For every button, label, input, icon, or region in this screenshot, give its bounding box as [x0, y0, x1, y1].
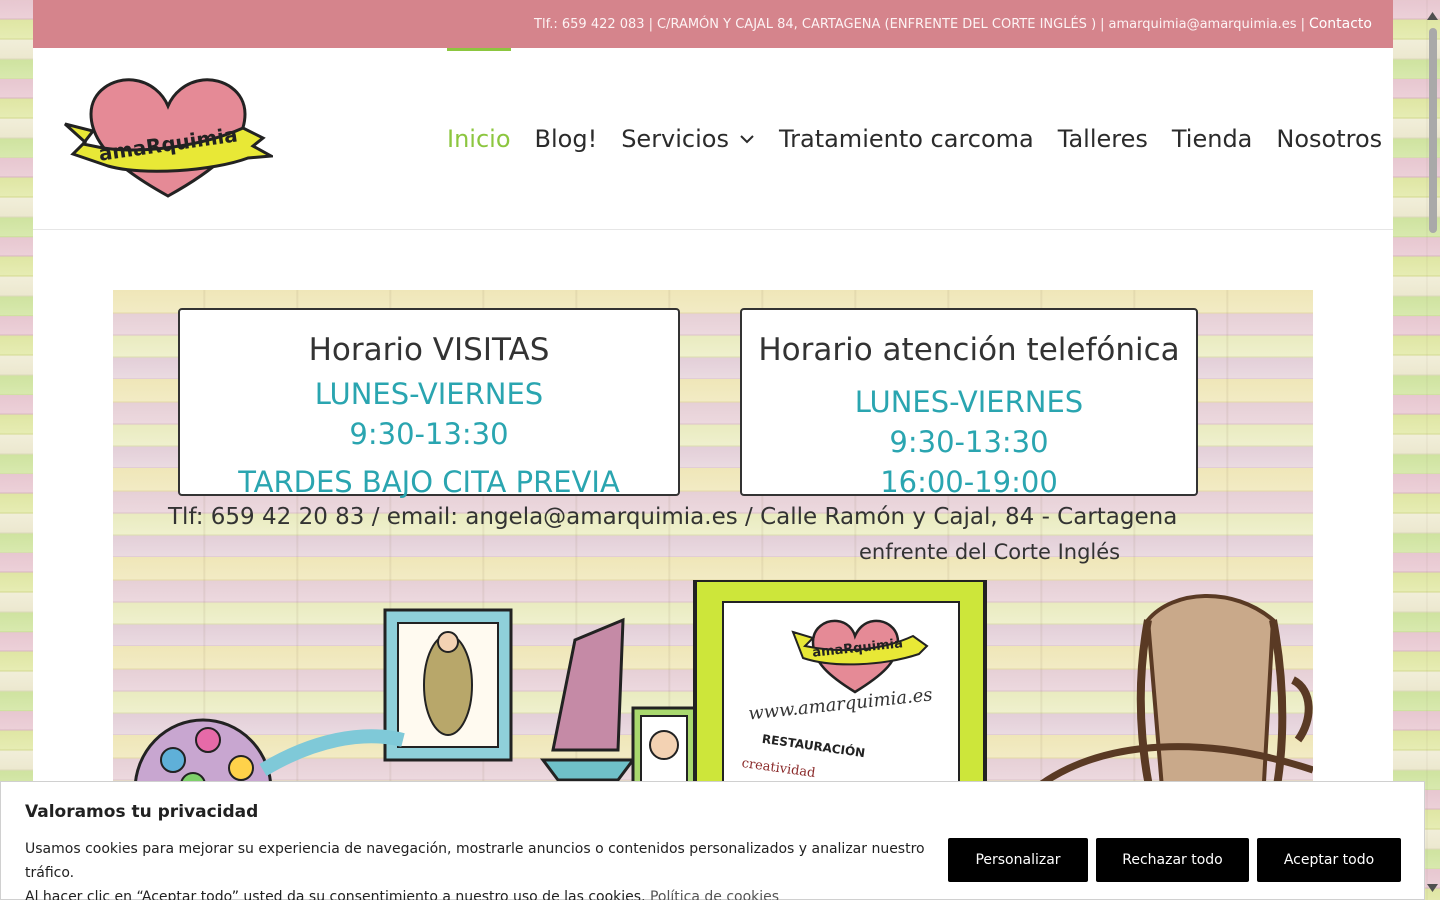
banner-contact-line: Tlf: 659 42 20 83 / email: angela@amarqu… — [168, 504, 1178, 530]
nav-item-inicio[interactable]: Inicio — [447, 48, 511, 230]
page-scrollbar[interactable] — [1425, 0, 1440, 900]
contact-link[interactable]: Contacto — [1309, 16, 1372, 32]
sign-line: LUNES-VIERNES — [314, 377, 544, 411]
sign-line: TARDES BAJO CITA PREVIA — [238, 465, 620, 499]
sign-line: 16:00-19:00 — [880, 465, 1058, 499]
separator: | — [1300, 16, 1305, 32]
sailboat-icon — [551, 617, 625, 752]
heart-logo-icon: amaRquimia — [63, 78, 277, 198]
page-container: Tlf.: 659 422 083 | C/RAMÓN Y CAJAL 84, … — [33, 0, 1393, 900]
cookie-text-line: Usamos cookies para mejorar su experienc… — [25, 841, 925, 881]
chevron-down-icon — [740, 135, 754, 144]
banner-contact-line: enfrente del Corte Inglés — [859, 540, 1121, 564]
phone-hours-sign: Horario atención telefónica LUNES-VIERNE… — [740, 308, 1198, 499]
nav-item-talleres[interactable]: Talleres — [1058, 48, 1148, 230]
visiting-hours-sign: Horario VISITAS LUNES-VIERNES 9:30-13:30… — [178, 308, 680, 499]
scroll-up-arrow-icon[interactable] — [1427, 12, 1438, 20]
phone-text: Tlf.: 659 422 083 — [534, 16, 645, 32]
site-logo[interactable]: amaRquimia — [63, 76, 277, 201]
site-header: amaRquimia Inicio Blog! Servicios Tratam… — [33, 48, 1393, 230]
nav-item-tienda[interactable]: Tienda — [1172, 48, 1253, 230]
nav-item-label: Servicios — [621, 125, 729, 153]
email-link[interactable]: amarquimia@amarquimia.es — [1109, 17, 1297, 32]
scrollbar-thumb[interactable] — [1429, 28, 1437, 233]
nav-item-servicios[interactable]: Servicios — [621, 48, 755, 230]
cookie-consent-banner: Valoramos tu privacidad Usamos cookies p… — [0, 781, 1425, 900]
rocking-chair-icon — [1145, 594, 1276, 802]
cookie-text-line: Al hacer clic en “Aceptar todo” usted da… — [25, 889, 646, 900]
sign-heading: Horario atención telefónica — [758, 332, 1180, 368]
sign-line: 9:30-13:30 — [889, 425, 1049, 459]
sign-line: 9:30-13:30 — [349, 417, 509, 451]
address-text: C/RAMÓN Y CAJAL 84, CARTAGENA (ENFRENTE … — [656, 16, 1097, 32]
cookie-text: Usamos cookies para mejorar su experienc… — [25, 837, 945, 900]
reject-all-button[interactable]: Rechazar todo — [1096, 838, 1249, 882]
sign-line: LUNES-VIERNES — [854, 385, 1084, 419]
separator: | — [1100, 16, 1105, 32]
sign-heading: Horario VISITAS — [308, 332, 550, 368]
cookie-policy-link[interactable]: Política de cookies — [650, 889, 779, 900]
nav-item-tratamiento-carcoma[interactable]: Tratamiento carcoma — [779, 48, 1034, 230]
top-info-bar: Tlf.: 659 422 083 | C/RAMÓN Y CAJAL 84, … — [33, 0, 1393, 48]
separator: | — [648, 16, 653, 32]
cookie-title: Valoramos tu privacidad — [25, 802, 259, 822]
nav-item-nosotros[interactable]: Nosotros — [1276, 48, 1382, 230]
nav-item-blog[interactable]: Blog! — [535, 48, 598, 230]
customize-button[interactable]: Personalizar — [948, 838, 1088, 882]
scroll-down-arrow-icon[interactable] — [1427, 884, 1438, 892]
main-nav: Inicio Blog! Servicios Tratamiento carco… — [447, 48, 1406, 230]
accept-all-button[interactable]: Aceptar todo — [1257, 838, 1401, 882]
